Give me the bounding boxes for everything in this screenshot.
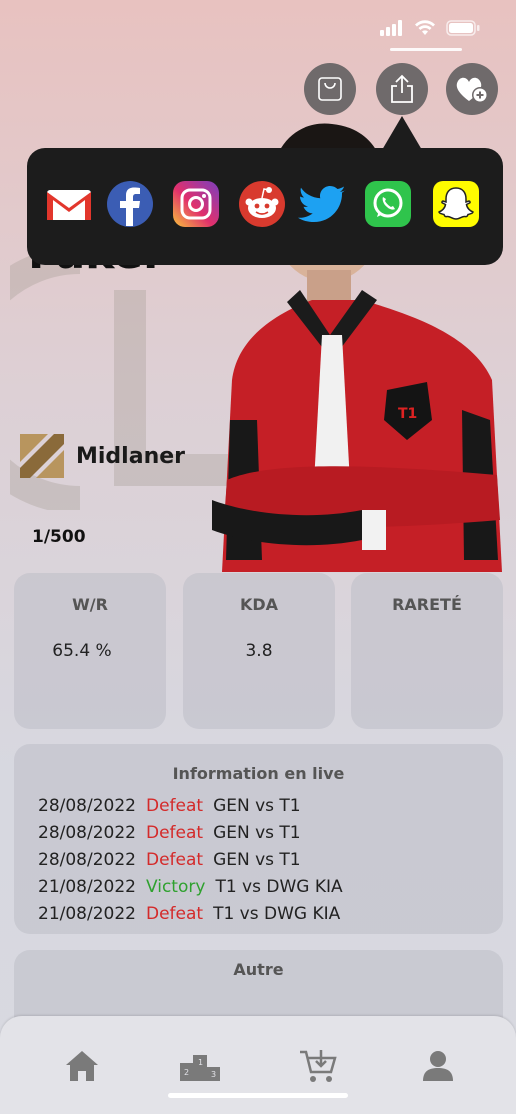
- stat-card-wr: W/R 65.4 %: [14, 573, 166, 729]
- shop-button[interactable]: [304, 63, 356, 115]
- match-result: Defeat: [145, 796, 204, 816]
- top-indicator: [390, 48, 462, 51]
- cart-icon: [300, 1050, 337, 1082]
- match-teams: T1 vs DWG KIA: [215, 877, 343, 897]
- share-icon: [391, 74, 413, 103]
- match-date: 21/08/2022: [38, 904, 136, 924]
- tab-profile[interactable]: [418, 1046, 458, 1086]
- match-result: Defeat: [145, 904, 204, 924]
- share-popover-arrow: [382, 116, 422, 150]
- match-date: 28/08/2022: [38, 796, 136, 816]
- instagram-icon[interactable]: [172, 180, 220, 228]
- other-title: Autre: [233, 960, 284, 979]
- home-indicator: [168, 1093, 348, 1098]
- favorite-button[interactable]: [446, 63, 498, 115]
- twitter-icon[interactable]: [298, 180, 346, 228]
- live-info-card: Information en live 28/08/2022 Defeat GEN …: [14, 744, 503, 934]
- profile-icon: [423, 1051, 453, 1081]
- tab-home[interactable]: [62, 1046, 102, 1086]
- stat-card-kda: KDA 3.8: [183, 573, 335, 729]
- match-result: Defeat: [145, 823, 204, 843]
- match-teams: GEN vs T1: [213, 796, 301, 816]
- stat-value: 3.8: [245, 641, 273, 661]
- tab-bar: 2 1 3: [0, 1016, 516, 1114]
- reddit-icon[interactable]: [238, 180, 286, 228]
- match-row: 21/08/2022 Defeat T1 vs DWG KIA: [38, 904, 350, 924]
- battery-icon: [446, 20, 480, 36]
- snapchat-icon[interactable]: [432, 180, 480, 228]
- tab-ranking[interactable]: 2 1 3: [180, 1046, 220, 1086]
- match-row: 28/08/2022 Defeat GEN vs T1: [38, 850, 311, 870]
- match-result: Defeat: [145, 850, 204, 870]
- share-button[interactable]: [376, 63, 428, 115]
- match-row: 28/08/2022 Defeat GEN vs T1: [38, 823, 311, 843]
- role-icon: [20, 434, 64, 478]
- svg-text:T1: T1: [398, 406, 417, 422]
- stat-card-rarete: RARETÉ: [351, 573, 503, 729]
- live-info-title: Information en live: [172, 764, 345, 783]
- status-bar: [380, 20, 480, 36]
- stat-title: RARETÉ: [392, 595, 462, 614]
- match-teams: GEN vs T1: [213, 823, 301, 843]
- match-row: 21/08/2022 Victory T1 vs DWG KIA: [38, 877, 353, 897]
- wifi-icon: [415, 20, 435, 35]
- match-date: 28/08/2022: [38, 850, 136, 870]
- podium-icon: 2 1 3: [180, 1055, 220, 1081]
- match-teams: GEN vs T1: [213, 850, 301, 870]
- svg-text:1: 1: [198, 1058, 203, 1067]
- stat-value: 65.4 %: [52, 641, 112, 661]
- match-result: Victory: [145, 877, 206, 897]
- signal-icon: [380, 20, 402, 36]
- role-label: Midlaner: [76, 443, 186, 469]
- shopping-bag-icon: [318, 77, 342, 101]
- match-date: 21/08/2022: [38, 877, 136, 897]
- svg-text:3: 3: [211, 1070, 216, 1079]
- match-date: 28/08/2022: [38, 823, 136, 843]
- svg-text:2: 2: [184, 1068, 189, 1077]
- card-serial: 1/500: [32, 527, 86, 547]
- favorite-add-icon: [456, 77, 488, 103]
- gmail-icon[interactable]: [45, 180, 93, 228]
- home-icon: [66, 1051, 98, 1081]
- whatsapp-icon[interactable]: [364, 180, 412, 228]
- facebook-icon[interactable]: [106, 180, 154, 228]
- stat-title: KDA: [239, 595, 279, 614]
- stat-title: W/R: [72, 595, 108, 614]
- match-row: 28/08/2022 Defeat GEN vs T1: [38, 796, 311, 816]
- tab-cart[interactable]: [298, 1046, 338, 1086]
- match-teams: T1 vs DWG KIA: [213, 904, 341, 924]
- player-role: Midlaner: [18, 432, 185, 480]
